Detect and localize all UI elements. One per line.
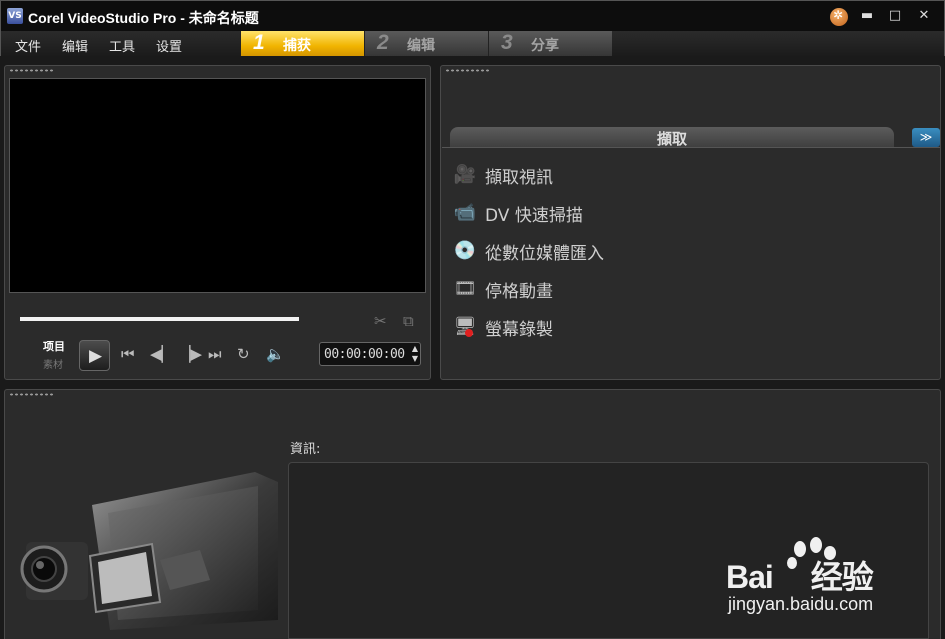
option-label: 螢幕錄製 — [485, 320, 553, 340]
timecode-field[interactable]: 00:00:00:00 ▲ ▼ — [319, 342, 421, 366]
screen-record-icon: 🖥 — [453, 316, 477, 337]
menu-file[interactable]: 文件 — [15, 36, 41, 55]
mode-clip-toggle[interactable]: 素材 — [43, 356, 63, 371]
step-label: 分享 — [531, 38, 559, 54]
menu-settings[interactable]: 设置 — [156, 36, 182, 55]
watermark-url: jingyan.baidu.com — [728, 594, 874, 614]
baidu-watermark: Bai 经验 jingyan.baidu.com — [726, 537, 926, 617]
spin-up-icon[interactable]: ▲ — [412, 344, 418, 354]
title-bar: VS Corel VideoStudio Pro - 未命名标题 ▬ □ ✕ — [0, 0, 945, 31]
mode-project-toggle[interactable]: 项目 — [43, 338, 65, 354]
menu-edit[interactable]: 编辑 — [62, 36, 88, 55]
preview-window — [9, 78, 426, 293]
step-label: 编辑 — [407, 38, 435, 54]
window-title: Corel VideoStudio Pro - 未命名标题 — [28, 10, 259, 26]
repeat-icon[interactable]: ↻ — [237, 345, 250, 363]
step-edit-tab[interactable]: 2 编辑 — [364, 31, 488, 56]
minimize-button[interactable]: ▬ — [859, 8, 875, 24]
film-frames-icon: 🎞 — [453, 278, 477, 299]
spin-down-icon[interactable]: ▼ — [412, 354, 418, 364]
play-icon: ▶ — [89, 346, 103, 366]
panel-grip[interactable] — [445, 69, 491, 72]
panel-grip[interactable] — [9, 393, 55, 396]
capture-header-title: 擷取 — [656, 130, 687, 148]
app-logo-icon: VS — [7, 8, 23, 24]
scrubber-bar[interactable] — [20, 317, 299, 321]
close-button[interactable]: ✕ — [916, 8, 932, 24]
option-label: 停格動畫 — [485, 282, 553, 302]
help-icon[interactable] — [830, 8, 848, 26]
home-icon[interactable]: ⏮ — [121, 345, 135, 363]
option-label: DV 快速掃描 — [485, 206, 583, 226]
video-camera-icon: 🎥 — [453, 164, 477, 185]
scissors-icon[interactable]: ✂ — [374, 312, 387, 330]
panel-grip[interactable] — [9, 69, 55, 72]
step-number: 2 — [377, 31, 389, 54]
copy-icon[interactable]: ⧉ — [403, 312, 414, 330]
step-share-tab[interactable]: 3 分享 — [488, 31, 612, 56]
timecode-spinner[interactable]: ▲ ▼ — [412, 344, 418, 364]
timecode-value: 00:00:00:00 — [324, 347, 405, 362]
collapse-icon[interactable]: ≫ — [912, 128, 940, 147]
info-label: 資訊: — [290, 442, 321, 457]
option-label: 從數位媒體匯入 — [485, 244, 604, 264]
menu-tools[interactable]: 工具 — [109, 36, 135, 55]
disc-icon: 💿 — [453, 240, 477, 261]
play-button[interactable]: ▶ — [79, 340, 110, 371]
watermark-brand: Bai 经验 — [726, 559, 874, 595]
step-capture-tab[interactable]: 1 捕获 — [240, 31, 364, 56]
step-label: 捕获 — [283, 38, 311, 54]
divider — [442, 147, 940, 148]
step-number: 3 — [501, 31, 513, 54]
volume-icon[interactable]: 🔈 — [266, 345, 285, 363]
end-icon[interactable]: ⏭ — [208, 345, 222, 363]
option-label: 擷取視訊 — [485, 168, 553, 188]
camcorder-monitor-illustration — [20, 472, 278, 630]
step-number: 1 — [253, 31, 265, 54]
maximize-button[interactable]: □ — [887, 8, 903, 24]
next-frame-icon[interactable]: ▕▶ — [179, 345, 202, 363]
camcorder-search-icon: 📹 — [453, 202, 477, 223]
capture-header: 擷取 — [450, 127, 894, 148]
menu-bar: 文件 编辑 工具 设置 1 捕获 2 编辑 3 分享 — [0, 31, 945, 56]
previous-frame-icon[interactable]: ◀▏ — [150, 345, 173, 363]
